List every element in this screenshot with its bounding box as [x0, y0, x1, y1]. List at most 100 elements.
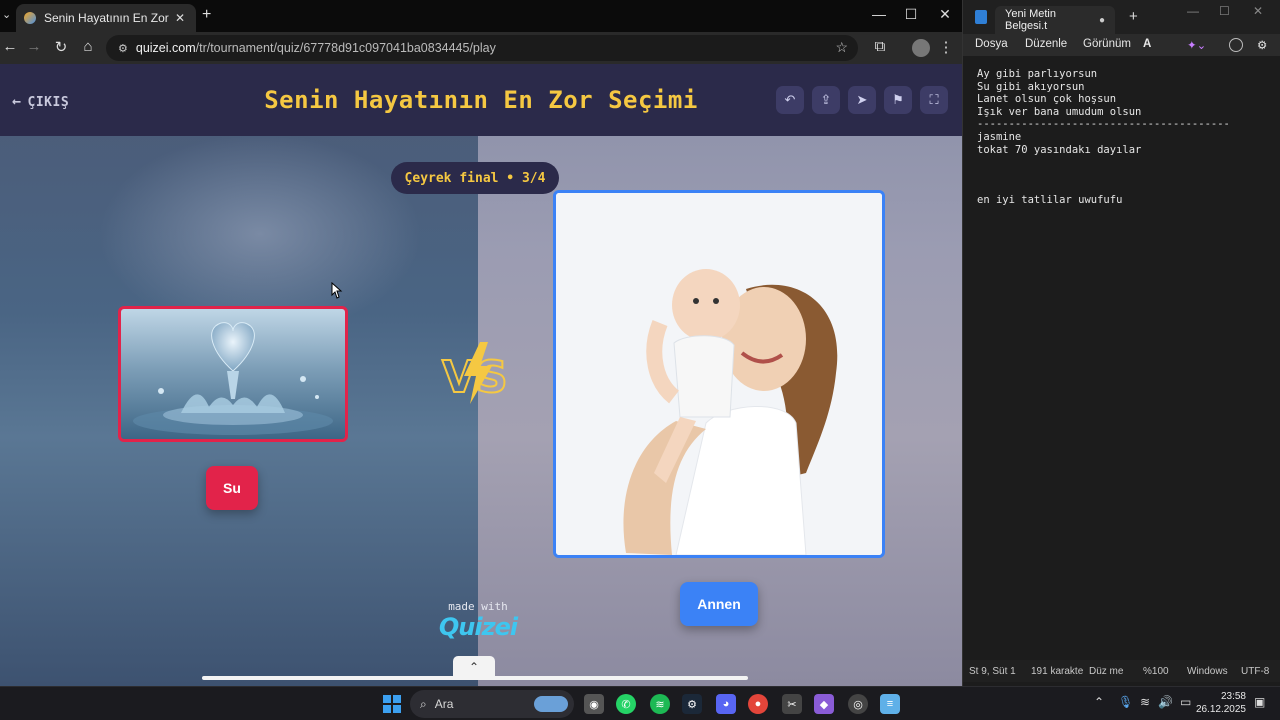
- menu-view[interactable]: Görünüm: [1083, 38, 1131, 50]
- forward-arrow-icon[interactable]: →: [24, 38, 44, 55]
- mother-baby-image: [556, 193, 882, 555]
- site-info-icon[interactable]: ⚙: [118, 42, 128, 55]
- vs-icon: VS: [441, 342, 509, 404]
- browser-toolbar: ← → ↻ ⌂ ⚙ quizei.com/tr/tournament/quiz/…: [0, 32, 962, 64]
- notepad-tab-strip: Yeni Metin Belgesi.t ● + — ☐ ✕: [963, 0, 1280, 34]
- obs-icon[interactable]: ◎: [848, 694, 868, 714]
- home-icon[interactable]: ⌂: [78, 38, 98, 55]
- discord-icon[interactable]: ◕: [716, 694, 736, 714]
- camera-app-icon[interactable]: ◉: [584, 694, 604, 714]
- undo-button[interactable]: ↶: [776, 86, 804, 114]
- left-choice-image[interactable]: [118, 306, 348, 442]
- status-zoom[interactable]: %100: [1143, 666, 1169, 677]
- choice-right-button[interactable]: Annen: [680, 582, 758, 626]
- battery-icon[interactable]: ▭: [1180, 695, 1191, 709]
- visual-studio-icon[interactable]: ◆: [814, 694, 834, 714]
- send-icon: ➤: [856, 92, 868, 107]
- notepad-taskbar-icon[interactable]: ≡: [880, 694, 900, 714]
- tab-strip: ⌄ Senin Hayatının En Zor Seçimi ✕ + — ☐ …: [0, 0, 962, 32]
- close-window-icon[interactable]: ✕: [930, 6, 960, 23]
- share-button[interactable]: ⇪: [812, 86, 840, 114]
- volume-icon[interactable]: 🔊: [1158, 695, 1173, 709]
- bookmark-star-icon[interactable]: ☆: [835, 39, 848, 56]
- new-tab-icon[interactable]: +: [202, 6, 211, 24]
- extensions-icon[interactable]: ⧉: [870, 38, 890, 55]
- menu-edit[interactable]: Düzenle: [1025, 38, 1067, 50]
- mouse-cursor-icon: [331, 282, 343, 299]
- favicon-icon: [24, 12, 36, 24]
- address-bar[interactable]: ⚙ quizei.com/tr/tournament/quiz/67778d91…: [106, 35, 858, 61]
- tab-list-icon[interactable]: ⌄: [2, 8, 11, 21]
- windows-start-icon[interactable]: [382, 694, 402, 714]
- menu-file[interactable]: Dosya: [975, 38, 1008, 50]
- url-path: /tr/tournament/quiz/67778d91c097041ba083…: [195, 41, 496, 55]
- snipping-tool-icon[interactable]: ✂: [782, 694, 802, 714]
- fullscreen-button[interactable]: ⛶: [920, 86, 948, 114]
- maximize-icon[interactable]: ☐: [896, 6, 926, 23]
- horizontal-scrollbar[interactable]: [202, 676, 748, 680]
- tray-overflow-icon[interactable]: ⌃: [1094, 695, 1104, 709]
- water-heart-image: [133, 322, 333, 435]
- choice-left-button[interactable]: Su: [206, 466, 258, 510]
- notepad-maximize-icon[interactable]: ☐: [1219, 4, 1230, 18]
- chevron-up-icon: ⌃: [468, 660, 480, 674]
- search-icon: ⌕: [420, 696, 427, 711]
- notepad-new-tab-icon[interactable]: +: [1129, 8, 1138, 25]
- quiz-page: ← ÇIKIŞ Senin Hayatının En Zor Seçimi ↶ ⇪…: [0, 64, 962, 686]
- share-icon: ⇪: [820, 92, 832, 107]
- made-with-badge[interactable]: made with Quizei: [430, 600, 526, 641]
- notepad-app-icon: [975, 10, 987, 24]
- reload-icon[interactable]: ↻: [51, 38, 71, 56]
- unsaved-dot-icon[interactable]: ●: [1099, 15, 1105, 26]
- notification-icon[interactable]: ▣: [1254, 695, 1265, 709]
- round-badge: Çeyrek final • 3/4: [391, 162, 559, 194]
- status-position: St 9, Süt 1: [969, 666, 1016, 677]
- minimize-icon[interactable]: —: [864, 6, 894, 22]
- settings-gear-icon[interactable]: ⚙: [1257, 38, 1267, 52]
- taskbar-clock[interactable]: 23:58 26.12.2025: [1196, 690, 1246, 716]
- notepad-status-bar: St 9, Süt 1 191 karakte Düz me %100 Wind…: [963, 660, 1280, 682]
- weather-widget-icon: [534, 696, 568, 712]
- quizei-logo: Quizei: [438, 613, 518, 641]
- clock-time: 23:58: [1220, 691, 1246, 702]
- clock-date: 26.12.2025: [1195, 704, 1246, 715]
- account-icon[interactable]: [1229, 38, 1243, 52]
- spotify-icon[interactable]: ≋: [650, 694, 670, 714]
- report-button[interactable]: ⚑: [884, 86, 912, 114]
- whatsapp-icon[interactable]: ✆: [616, 694, 636, 714]
- flag-icon: ⚑: [892, 92, 904, 107]
- profile-avatar[interactable]: [912, 39, 930, 57]
- made-with-label: made with: [448, 600, 508, 613]
- notepad-tab[interactable]: Yeni Metin Belgesi.t ●: [995, 6, 1115, 34]
- notepad-text-area[interactable]: Ay gibi parlıyorsun Su gibi akıyorsun La…: [977, 68, 1277, 207]
- search-label: Ara: [434, 697, 454, 711]
- browser-window: ⌄ Senin Hayatının En Zor Seçimi ✕ + — ☐ …: [0, 0, 962, 686]
- close-tab-icon[interactable]: ✕: [172, 11, 188, 25]
- right-choice-image[interactable]: [553, 190, 885, 558]
- browser-tab-title: Senin Hayatının En Zor Seçimi: [44, 11, 172, 25]
- taskbar-search[interactable]: ⌕ Ara: [410, 690, 574, 718]
- undo-icon: ↶: [784, 92, 796, 107]
- notepad-window: Yeni Metin Belgesi.t ● + — ☐ ✕ Dosya Düz…: [962, 0, 1280, 686]
- browser-tab[interactable]: Senin Hayatının En Zor Seçimi ✕: [16, 4, 196, 32]
- quiz-header: ← ÇIKIŞ Senin Hayatının En Zor Seçimi ↶ ⇪…: [0, 64, 962, 136]
- status-characters: 191 karakte: [1031, 666, 1084, 677]
- more-menu-icon[interactable]: ⋮: [936, 38, 956, 56]
- microphone-icon[interactable]: 🎙: [1118, 695, 1133, 709]
- fullscreen-icon: ⛶: [929, 92, 939, 107]
- taskbar: ⌕ Ara ◉ ✆ ≋ ⚙ ◕ ● ✂ ◆ ◎ ≡ ⌃ 🎙 ≋ 🔊 ▭ 23:5…: [0, 686, 1280, 720]
- format-icon[interactable]: A: [1143, 38, 1151, 50]
- wifi-icon[interactable]: ≋: [1140, 695, 1150, 709]
- steam-icon[interactable]: ⚙: [682, 694, 702, 714]
- notepad-close-icon[interactable]: ✕: [1253, 4, 1263, 18]
- url-domain: quizei.com: [135, 41, 196, 55]
- chrome-icon[interactable]: ●: [748, 694, 768, 714]
- scroll-up-button[interactable]: ⌃: [453, 656, 495, 678]
- notepad-minimize-icon[interactable]: —: [1187, 4, 1199, 18]
- notepad-tab-title: Yeni Metin Belgesi.t: [1005, 8, 1056, 32]
- copilot-icon[interactable]: ✦⌄: [1187, 38, 1206, 52]
- status-eol: Windows: [1187, 666, 1228, 677]
- status-mode: Düz me: [1089, 666, 1124, 677]
- back-arrow-icon[interactable]: ←: [0, 38, 20, 55]
- send-button[interactable]: ➤: [848, 86, 876, 114]
